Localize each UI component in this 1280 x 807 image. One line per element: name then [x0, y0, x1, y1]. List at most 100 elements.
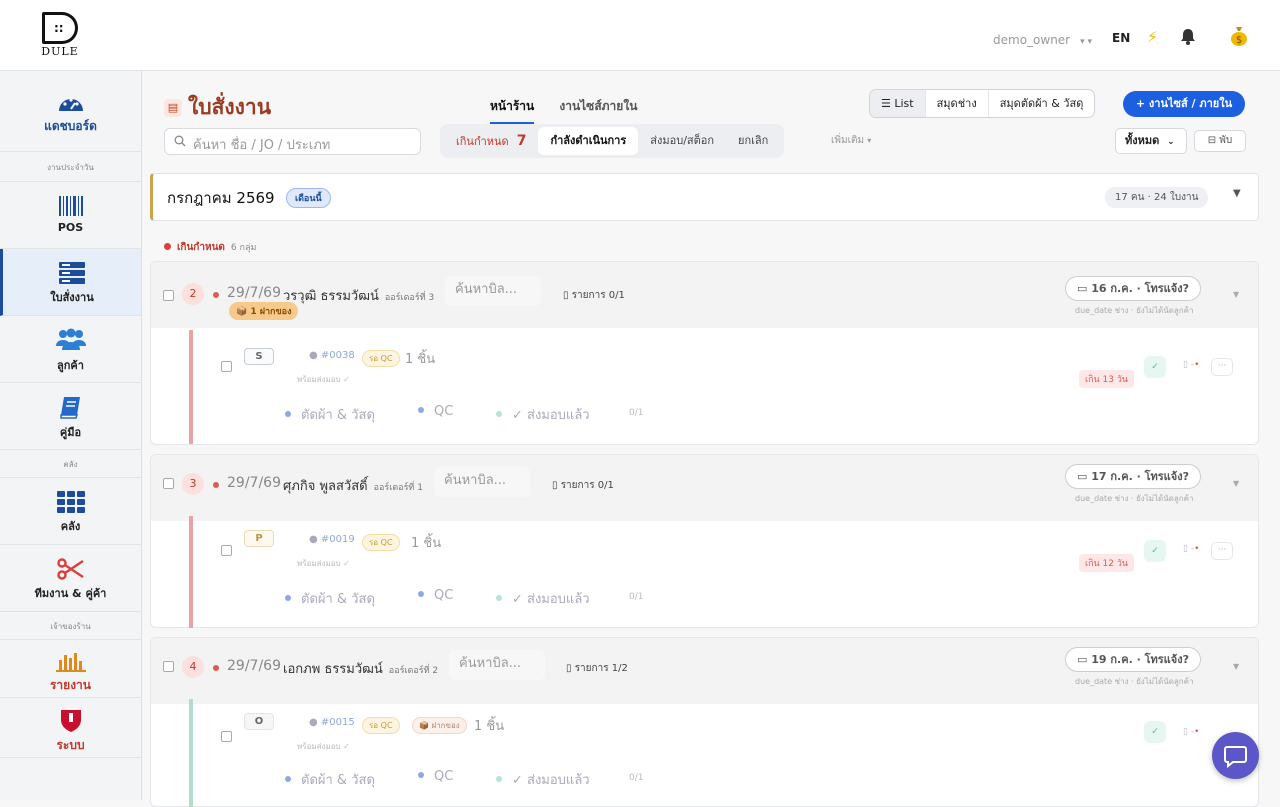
- stage-cut[interactable]: ตัดผ้า & วัสดุ: [285, 404, 375, 425]
- sidebar-item-pos[interactable]: POS: [0, 182, 141, 249]
- job-row[interactable]: O ● #0015 รอ QC 📦 ฝากของ 1 ชิ้น พร้อมส่ง…: [189, 699, 1254, 807]
- order-checkbox[interactable]: [163, 478, 174, 489]
- job-checkbox[interactable]: [221, 731, 232, 742]
- view-cutting-book-button[interactable]: สมุดตัดผ้า & วัสดุ: [987, 90, 1095, 117]
- language-toggle[interactable]: EN: [1112, 31, 1130, 45]
- job-row[interactable]: P ● #0019 รอ QC 1 ชิ้น พร้อมส่งมอบ ✓ ตัด…: [189, 516, 1254, 628]
- note-icon[interactable]: ▯ -•: [1183, 544, 1199, 554]
- status-dot: [213, 292, 219, 298]
- sidebar-item-dashboard[interactable]: แดชบอร์ด: [0, 71, 141, 152]
- more-filters-dropdown[interactable]: เพิ่มเติม ▾: [831, 133, 871, 148]
- sidebar-item-stock[interactable]: คลัง: [0, 478, 141, 545]
- scope-select[interactable]: ทั้งหมด ⌄: [1115, 128, 1187, 154]
- stage-qc[interactable]: QC: [418, 404, 453, 419]
- check-icon[interactable]: ✓: [1144, 356, 1166, 378]
- chevron-down-icon[interactable]: ▼: [1233, 479, 1239, 488]
- order-card[interactable]: 3 29/7/69 ศุภกิจ พูลสวัสดิ์ ออร์เดอร์ที่ …: [150, 454, 1259, 628]
- sidebar-item-system[interactable]: ระบบ: [0, 698, 141, 758]
- sidebar-item-work-orders[interactable]: ใบสั่งงาน: [0, 249, 141, 316]
- order-number-badge: 4: [182, 656, 204, 678]
- stage-count: 0/1: [629, 773, 644, 783]
- month-title: กรกฎาคม 2569: [167, 189, 275, 207]
- bell-icon[interactable]: [1180, 28, 1196, 49]
- bill-search-input[interactable]: ค้นหาบิล...: [434, 467, 530, 497]
- sidebar-item-customers[interactable]: ลูกค้า: [0, 316, 141, 383]
- chevron-down-icon[interactable]: ▼: [1233, 188, 1241, 199]
- job-number[interactable]: ● #0038: [309, 350, 355, 361]
- job-row[interactable]: S ● #0038 รอ QC 1 ชิ้น พร้อมส่งมอบ ✓ ตัด…: [189, 330, 1254, 444]
- chat-button[interactable]: [1212, 732, 1259, 779]
- job-type-badge: S: [244, 348, 274, 365]
- order-checkbox[interactable]: [163, 661, 174, 672]
- view-switcher: ☰ List สมุดช่าง สมุดตัดผ้า & วัสดุ: [869, 89, 1096, 118]
- bill-search-input[interactable]: ค้นหาบิล...: [449, 650, 545, 680]
- calendar-icon: ▭: [1077, 470, 1092, 483]
- money-bag-icon[interactable]: $: [1229, 25, 1249, 51]
- lightning-icon[interactable]: ⚡: [1147, 28, 1158, 46]
- job-type-badge: P: [244, 530, 274, 547]
- month-group-header[interactable]: กรกฎาคม 2569 เดือนนี้ 17 คน · 24 ใบงาน ▼: [150, 173, 1259, 221]
- more-icon[interactable]: ···: [1211, 358, 1233, 376]
- due-date-button[interactable]: ▭ 17 ก.ค. · โทรแจ้ง?: [1065, 464, 1201, 489]
- sidebar-item-label: คู่มือ: [59, 426, 82, 439]
- collapse-button[interactable]: ⊟ พับ: [1194, 130, 1246, 152]
- stage-qc[interactable]: QC: [418, 588, 453, 603]
- new-internal-job-button[interactable]: + งานไซส์ / ภายใน: [1123, 91, 1245, 117]
- job-number[interactable]: ● #0015: [309, 717, 355, 728]
- brand-logo[interactable]: :: DULE: [40, 12, 80, 60]
- sidebar-item-reports[interactable]: รายงาน: [0, 640, 141, 698]
- customer-name[interactable]: เอกภพ ธรรมวัฒน์ ออร์เดอร์ที่ 2: [283, 658, 438, 679]
- job-number[interactable]: ● #0019: [309, 534, 355, 545]
- stage-count: 0/1: [629, 408, 644, 418]
- stage-cut[interactable]: ตัดผ้า & วัสดุ: [285, 769, 375, 790]
- note-icon[interactable]: ▯ -•: [1183, 727, 1199, 737]
- late-badge: เกิน 12 วัน: [1079, 554, 1135, 572]
- logo-text: DULE: [41, 45, 79, 58]
- list-icon: ☰: [881, 97, 895, 110]
- user-menu[interactable]: demo_owner ▾ ▾: [993, 33, 1092, 47]
- check-icon[interactable]: ✓: [1144, 721, 1166, 743]
- scissors-icon: [56, 558, 84, 580]
- customer-name[interactable]: ศุภกิจ พูลสวัสดิ์ ออร์เดอร์ที่ 1: [283, 475, 423, 496]
- stage-delivered[interactable]: ✓ ส่งมอบแล้ว: [496, 588, 590, 609]
- stage-delivered[interactable]: ✓ ส่งมอบแล้ว: [496, 769, 590, 790]
- order-seq: ออร์เดอร์ที่ 2: [388, 666, 439, 676]
- search-input[interactable]: ค้นหา ชื่อ / JO / ประเภท: [164, 128, 421, 155]
- filter-overdue[interactable]: เกินกำหนด 7: [444, 127, 538, 156]
- check-icon[interactable]: ✓: [1144, 540, 1166, 562]
- tab-internal-size[interactable]: งานไซส์ภายใน: [559, 97, 637, 122]
- chevron-down-icon[interactable]: ▼: [1233, 290, 1239, 299]
- bill-search-input[interactable]: ค้นหาบิล...: [445, 276, 541, 306]
- logo-mark: ::: [42, 12, 78, 44]
- due-date-button[interactable]: ▭ 16 ก.ค. · โทรแจ้ง?: [1065, 276, 1201, 301]
- filter-in-progress[interactable]: กำลังดำเนินการ: [538, 127, 639, 155]
- filter-cancelled[interactable]: ยกเลิก: [726, 127, 780, 155]
- order-checkbox[interactable]: [163, 290, 174, 301]
- chevron-down-icon: ▾: [867, 136, 872, 145]
- view-tailor-book-button[interactable]: สมุดช่าง: [924, 90, 988, 117]
- chevron-down-icon[interactable]: ▼: [1233, 662, 1239, 671]
- tab-storefront[interactable]: หน้าร้าน: [490, 97, 535, 124]
- view-list-button[interactable]: ☰ List: [870, 90, 925, 117]
- sidebar-item-team-partners[interactable]: ทีมงาน & คู่ค้า: [0, 545, 141, 612]
- stage-qc[interactable]: QC: [418, 769, 453, 784]
- stage-cut[interactable]: ตัดผ้า & วัสดุ: [285, 588, 375, 609]
- due-hint: due_date ช่าง · ยังไม่ได้นัดลูกค้า: [1075, 494, 1194, 503]
- stage-delivered[interactable]: ✓ ส่งมอบแล้ว: [496, 404, 590, 425]
- note-icon[interactable]: ▯ -•: [1183, 360, 1199, 370]
- sidebar-item-label: รายงาน: [49, 678, 91, 692]
- filter-delivered[interactable]: ส่งมอบ/สต็อก: [638, 127, 726, 155]
- customer-name[interactable]: วรวุฒิ ธรรมวัฒน์ ออร์เดอร์ที่ 3: [283, 285, 434, 306]
- order-card[interactable]: 4 29/7/69 เอกภพ ธรรมวัฒน์ ออร์เดอร์ที่ 2 …: [150, 637, 1259, 807]
- more-icon[interactable]: ···: [1211, 542, 1233, 560]
- clipboard-icon: ▯: [563, 290, 572, 301]
- qc-badge: รอ QC: [362, 717, 400, 734]
- status-dot: [213, 482, 219, 488]
- book-icon: [59, 397, 80, 419]
- clipboard-icon: ▯: [566, 663, 575, 674]
- order-card[interactable]: 2 29/7/69 วรวุฒิ ธรรมวัฒน์ ออร์เดอร์ที่ 3…: [150, 261, 1259, 445]
- due-date-button[interactable]: ▭ 19 ก.ค. · โทรแจ้ง?: [1065, 647, 1201, 672]
- job-checkbox[interactable]: [221, 361, 232, 372]
- sidebar-item-manual[interactable]: คู่มือ: [0, 383, 141, 450]
- job-checkbox[interactable]: [221, 545, 232, 556]
